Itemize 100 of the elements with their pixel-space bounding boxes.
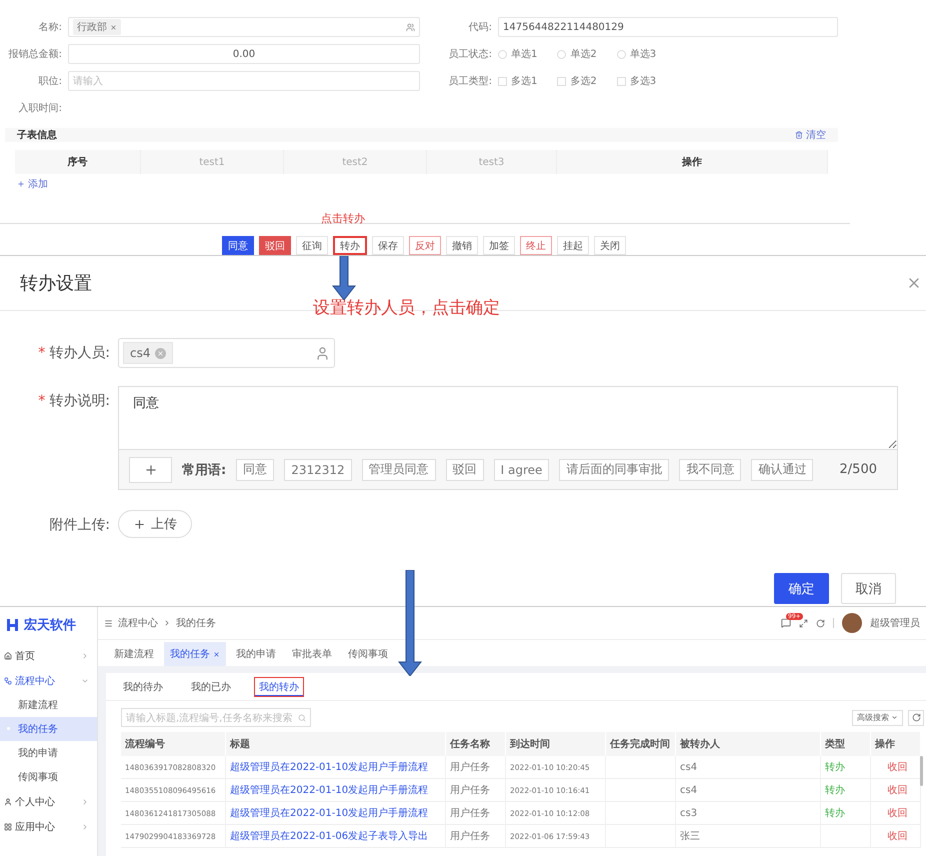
- column-header: 任务完成时间: [606, 732, 676, 756]
- add-link[interactable]: 添加: [17, 177, 48, 191]
- fullscreen-icon[interactable]: [799, 618, 808, 628]
- dialog-button[interactable]: 确定: [774, 573, 829, 604]
- sub-tab[interactable]: 我的待办: [118, 676, 168, 696]
- phrase-chip[interactable]: 管理员同意: [362, 458, 436, 480]
- page-tab[interactable]: 我的申请: [230, 642, 282, 666]
- table-cell: cs4: [676, 779, 821, 802]
- table-cell: 转办: [821, 779, 871, 802]
- field-label: 员工类型:: [448, 74, 492, 88]
- field-label: * 转办说明:: [37, 392, 110, 411]
- sidebar-item[interactable]: 流程中心: [0, 668, 97, 693]
- recall-link[interactable]: 收回: [871, 802, 921, 825]
- action-button[interactable]: 终止: [520, 236, 552, 255]
- table-cell: 用户任务: [446, 779, 506, 802]
- title-link[interactable]: 超级管理员在2022-01-06发起子表导入导出: [226, 825, 446, 848]
- department-field[interactable]: 行政部: [68, 17, 420, 37]
- sidebar-item[interactable]: 应用中心: [0, 814, 97, 839]
- field-label: 入职时间:: [18, 102, 62, 115]
- radio-option[interactable]: 单选1: [498, 47, 538, 61]
- page-tab[interactable]: 审批表单: [286, 642, 338, 666]
- field-label: 代码:: [468, 21, 492, 34]
- sidebar-subitem[interactable]: 我的任务: [0, 717, 97, 741]
- dialog-title: 转办设置: [20, 272, 92, 295]
- column-header: 到达时间: [506, 732, 606, 756]
- breadcrumb-item: 我的任务: [176, 616, 216, 630]
- refresh-button[interactable]: [908, 710, 924, 726]
- person-icon[interactable]: [315, 346, 330, 360]
- scrollbar[interactable]: [920, 756, 923, 786]
- phrase-chip[interactable]: I agree: [494, 458, 550, 480]
- title-link[interactable]: 超级管理员在2022-01-10发起用户手册流程: [226, 802, 446, 825]
- phrase-chip[interactable]: 同意: [236, 458, 274, 480]
- upload-button[interactable]: 上传: [118, 510, 192, 538]
- phrase-chip[interactable]: 驳回: [446, 458, 484, 480]
- action-button[interactable]: 反对: [409, 236, 441, 255]
- dialog-button[interactable]: 取消: [841, 573, 896, 604]
- phrase-chip[interactable]: 请后面的同事审批: [559, 458, 670, 480]
- phrase-chip[interactable]: 2312312: [284, 458, 352, 480]
- message-icon[interactable]: [781, 618, 791, 628]
- page-tab[interactable]: 我的任务: [164, 642, 226, 666]
- comment-field[interactable]: 同意: [118, 386, 898, 450]
- action-button[interactable]: 挂起: [557, 236, 589, 255]
- field-label: 报销总金额:: [8, 48, 62, 61]
- action-button[interactable]: 撤销: [446, 236, 478, 255]
- recall-link[interactable]: 收回: [871, 825, 921, 848]
- clear-link[interactable]: 清空: [795, 128, 826, 142]
- action-button[interactable]: 转办: [333, 236, 367, 255]
- checkbox-option[interactable]: 多选1: [498, 74, 538, 88]
- chevron-icon: [81, 798, 89, 806]
- remove-icon[interactable]: [110, 24, 117, 30]
- checkbox-option[interactable]: 多选2: [557, 74, 597, 88]
- action-button[interactable]: 征询: [296, 236, 328, 255]
- column-header: 任务名称: [446, 732, 506, 756]
- sidebar-item[interactable]: 个人中心: [0, 789, 97, 814]
- close-icon[interactable]: [213, 650, 220, 658]
- sub-tab[interactable]: 我的转办: [254, 676, 304, 696]
- people-icon[interactable]: [406, 22, 415, 32]
- table-cell: 用户任务: [446, 825, 506, 848]
- code-field[interactable]: 1475644822114480129: [498, 17, 838, 37]
- column-header: 类型: [821, 732, 871, 756]
- page-tab[interactable]: 新建流程: [108, 642, 160, 666]
- table-cell: 转办: [821, 802, 871, 825]
- breadcrumb-item[interactable]: 流程中心: [118, 616, 158, 630]
- annotation-text: 点击转办: [321, 211, 365, 226]
- sub-tab[interactable]: 我的已办: [186, 676, 236, 696]
- phrase-chip[interactable]: 我不同意: [679, 458, 742, 480]
- user-name[interactable]: 超级管理员: [870, 616, 920, 630]
- action-button[interactable]: 关闭: [594, 236, 626, 255]
- chevron-icon: [81, 822, 89, 830]
- action-button[interactable]: 保存: [372, 236, 404, 255]
- action-button[interactable]: 同意: [222, 236, 254, 255]
- advanced-search-button[interactable]: 高级搜索: [852, 710, 903, 726]
- refresh-icon[interactable]: [816, 618, 825, 628]
- column-header: 操作: [557, 150, 828, 174]
- column-header: 被转办人: [676, 732, 821, 756]
- chevron-icon: [891, 714, 898, 721]
- amount-field[interactable]: 0.00: [68, 44, 420, 64]
- page-tab[interactable]: 传阅事项: [342, 642, 394, 666]
- phrases-label: 常用语:: [182, 462, 226, 478]
- avatar[interactable]: [842, 613, 862, 633]
- plus-icon: [144, 462, 158, 476]
- chevron-icon: [163, 619, 171, 627]
- char-counter: 2/500: [840, 462, 877, 477]
- radio-option[interactable]: 单选3: [616, 47, 656, 61]
- subtable-title: 子表信息: [17, 128, 57, 142]
- sidebar-item[interactable]: 首页: [0, 643, 97, 668]
- menu-icon[interactable]: [104, 618, 113, 628]
- field-label: 附件上传:: [48, 516, 110, 535]
- action-button[interactable]: 驳回: [259, 236, 291, 255]
- radio-option[interactable]: 单选2: [557, 47, 597, 61]
- title-link[interactable]: 超级管理员在2022-01-10发起用户手册流程: [226, 779, 446, 802]
- sidebar-subitem[interactable]: 新建流程: [0, 693, 97, 717]
- sidebar-subitem[interactable]: 我的申请: [0, 741, 97, 765]
- title-link[interactable]: 超级管理员在2022-01-10发起用户手册流程: [226, 756, 446, 779]
- sidebar-subitem[interactable]: 传阅事项: [0, 765, 97, 789]
- assignee-field[interactable]: cs4: [118, 338, 335, 368]
- checkbox-option[interactable]: 多选3: [616, 74, 656, 88]
- action-button[interactable]: 加签: [483, 236, 515, 255]
- plus-icon: [133, 518, 146, 530]
- phrase-chip[interactable]: 确认通过: [751, 458, 814, 480]
